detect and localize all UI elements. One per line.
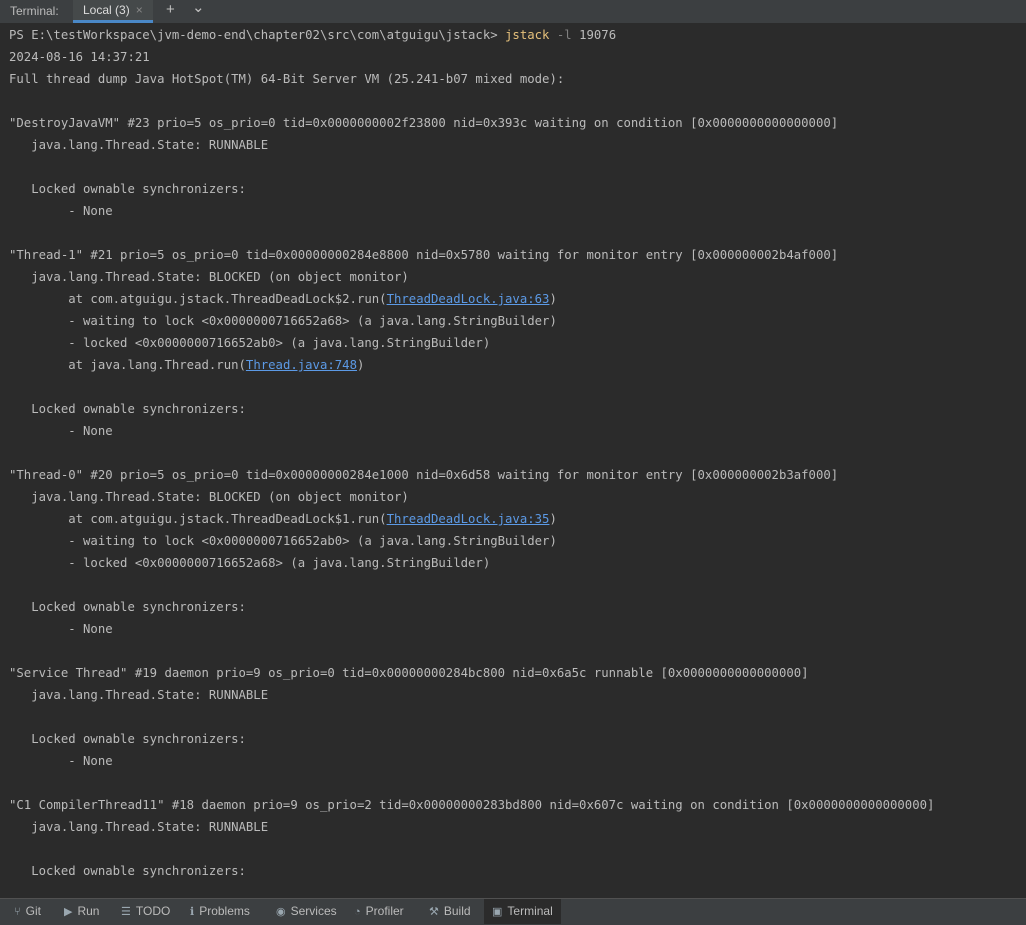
locked-synchronizers-line: Locked ownable synchronizers: <box>9 600 246 614</box>
tool-label: Services <box>290 904 337 918</box>
command: jstack <box>505 28 550 42</box>
stack-frame-close: ) <box>549 512 557 526</box>
stack-frame-text: at java.lang.Thread.run( <box>9 358 246 372</box>
locked-synchronizers-line: Locked ownable synchronizers: <box>9 732 246 746</box>
prompt-path: PS E:\testWorkspace\jvm-demo-end\chapter… <box>9 28 506 42</box>
timestamp-line: 2024-08-16 14:37:21 <box>9 50 150 64</box>
thread-header-c1-compilerthread11: "C1 CompilerThread11" #18 daemon prio=9 … <box>9 798 935 812</box>
git-icon: ⑂ <box>14 906 21 918</box>
stack-frame-close: ) <box>356 358 365 372</box>
todo-icon: ☰ <box>121 906 131 918</box>
thread-state-line: java.lang.Thread.State: RUNNABLE <box>9 688 269 702</box>
locked-synchronizers-line: Locked ownable synchronizers: <box>9 864 246 878</box>
tool-label: Build <box>443 904 471 918</box>
tool-label: TODO <box>135 904 171 918</box>
stack-frame-line: at com.atguigu.jstack.ThreadDeadLock$2.r… <box>9 288 557 310</box>
tool-label: Run <box>77 904 100 918</box>
command-pid: 19076 <box>579 28 617 42</box>
none-line: - None <box>9 622 113 636</box>
waiting-lock-line: - waiting to lock <0x0000000716652ab0> (… <box>9 534 557 548</box>
add-tab-icon[interactable]: + <box>166 1 175 18</box>
tool-label: Git <box>25 904 41 918</box>
tool-todo-button[interactable]: ☰ TODO <box>121 899 170 924</box>
none-line: - None <box>9 754 113 768</box>
tool-label: Profiler <box>365 904 404 918</box>
terminal-icon: ▣ <box>492 906 503 918</box>
source-link[interactable]: ThreadDeadLock.java:63 <box>387 292 550 306</box>
thread-state-line: java.lang.Thread.State: BLOCKED (on obje… <box>9 490 409 504</box>
profiler-icon: ◔ <box>354 906 361 918</box>
waiting-lock-line: - waiting to lock <0x0000000716652a68> (… <box>9 314 557 328</box>
locked-line: - locked <0x0000000716652ab0> (a java.la… <box>9 336 491 350</box>
problems-icon: ℹ <box>190 906 195 918</box>
terminal-output[interactable]: PS E:\testWorkspace\jvm-demo-end\chapter… <box>0 24 1026 898</box>
command-flag: -l <box>549 28 580 42</box>
stack-frame-line: at java.lang.Thread.run(Thread.java:748) <box>9 354 364 376</box>
tool-profiler-button[interactable]: ◔ Profiler <box>354 899 404 924</box>
source-link[interactable]: ThreadDeadLock.java:35 <box>387 512 550 526</box>
close-icon[interactable]: × <box>136 3 143 17</box>
stack-frame-line: at com.atguigu.jstack.ThreadDeadLock$1.r… <box>9 508 557 530</box>
thread-header-thread-1: "Thread-1" #21 prio=5 os_prio=0 tid=0x00… <box>9 248 839 262</box>
terminal-label: Terminal: <box>10 4 59 18</box>
none-line: - None <box>9 204 113 218</box>
tool-problems-button[interactable]: ℹ Problems <box>190 899 250 924</box>
tool-label: Terminal <box>507 904 553 918</box>
tool-label: Problems <box>199 904 250 918</box>
thread-state-line: java.lang.Thread.State: RUNNABLE <box>9 820 269 834</box>
thread-state-line: java.lang.Thread.State: BLOCKED (on obje… <box>9 270 409 284</box>
locked-line: - locked <0x0000000716652a68> (a java.la… <box>9 556 491 570</box>
tool-git-button[interactable]: ⑂ Git <box>14 899 41 924</box>
prompt-line: PS E:\testWorkspace\jvm-demo-end\chapter… <box>9 24 616 46</box>
tool-terminal-button[interactable]: ▣ Terminal <box>484 899 561 924</box>
tab-label: Local (3) <box>83 3 130 17</box>
stack-frame-text: at com.atguigu.jstack.ThreadDeadLock$2.r… <box>9 292 387 306</box>
build-icon: ⚒ <box>429 906 439 918</box>
tool-window-bar: ⑂ Git ▶ Run ☰ TODO ℹ Problems ◉ Services ◔ Pro… <box>0 898 1026 925</box>
chevron-down-icon[interactable]: ⌄ <box>192 0 205 16</box>
tool-build-button[interactable]: ⚒ Build <box>429 899 471 924</box>
thread-state-line: java.lang.Thread.State: RUNNABLE <box>9 138 269 152</box>
none-line: - None <box>9 424 113 438</box>
source-link[interactable]: Thread.java:748 <box>246 358 357 372</box>
thread-header-thread-0: "Thread-0" #20 prio=5 os_prio=0 tid=0x00… <box>9 468 839 482</box>
services-icon: ◉ <box>276 906 286 918</box>
locked-synchronizers-line: Locked ownable synchronizers: <box>9 402 246 416</box>
stack-frame-close: ) <box>549 292 557 306</box>
dump-header-line: Full thread dump Java HotSpot(TM) 64-Bit… <box>9 72 565 86</box>
tool-run-button[interactable]: ▶ Run <box>64 899 99 924</box>
stack-frame-text: at com.atguigu.jstack.ThreadDeadLock$1.r… <box>9 512 387 526</box>
tool-services-button[interactable]: ◉ Services <box>276 899 337 924</box>
thread-header-service-thread: "Service Thread" #19 daemon prio=9 os_pr… <box>9 666 809 680</box>
locked-synchronizers-line: Locked ownable synchronizers: <box>9 182 246 196</box>
tab-local-3[interactable]: Local (3) × <box>73 0 153 23</box>
thread-header-destroyjavavm: "DestroyJavaVM" #23 prio=5 os_prio=0 tid… <box>9 116 839 130</box>
terminal-tab-bar: Terminal: Local (3) × + ⌄ <box>0 0 1026 24</box>
run-icon: ▶ <box>64 906 73 918</box>
